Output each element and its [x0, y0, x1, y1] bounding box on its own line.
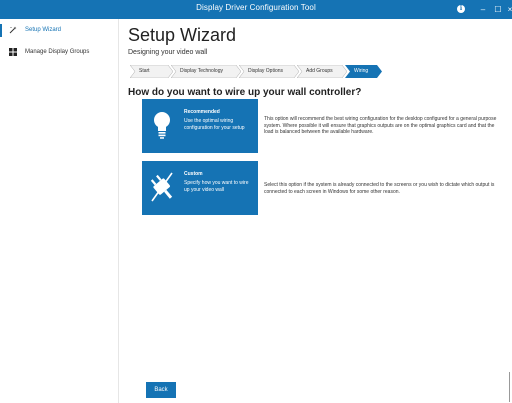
close-button[interactable]: × [505, 0, 512, 19]
option-title: Custom [184, 171, 203, 177]
sidebar: Setup Wizard Manage Display Groups [0, 19, 118, 403]
page-title: Setup Wizard [128, 25, 237, 45]
plug-icon [150, 172, 173, 202]
step-start[interactable]: Start [130, 65, 173, 78]
step-display-options[interactable]: Display Options [239, 65, 299, 78]
custom-description: Select this option if the system is alre… [264, 182, 495, 195]
sidebar-item-setup-wizard[interactable]: Setup Wizard [0, 21, 118, 41]
option-subtitle: Use the optimal wiring configuration for… [184, 118, 245, 131]
maximize-button[interactable]: ☐ [491, 0, 505, 19]
wiring-question: How do you want to wire up your wall con… [128, 87, 362, 98]
sidebar-item-label: Manage Display Groups [25, 49, 90, 55]
step-wiring[interactable]: Wiring [345, 65, 382, 78]
back-button[interactable]: Back [146, 382, 176, 398]
lightbulb-icon [154, 112, 170, 139]
step-display-technology[interactable]: Display Technology [171, 65, 241, 78]
minimize-button[interactable]: – [476, 0, 490, 19]
option-subtitle: Specify how you want to wire up your vid… [184, 180, 249, 193]
step-add-groups[interactable]: Add Groups [297, 65, 347, 78]
sidebar-item-manage-display-groups[interactable]: Manage Display Groups [0, 43, 118, 63]
info-icon: i [457, 4, 465, 13]
grid-icon [9, 48, 17, 56]
recommended-description: This option will recommend the best wiri… [264, 116, 497, 135]
option-title: Recommended [184, 109, 220, 115]
custom-option-button[interactable]: Custom Specify how you want to wire up y… [142, 161, 258, 215]
sidebar-item-label: Setup Wizard [25, 27, 62, 33]
window-title: Display Driver Configuration Tool [196, 3, 316, 12]
title-bar: Display Driver Configuration Tool i – ☐ … [0, 0, 512, 19]
page-subtitle: Designing your video wall [128, 49, 208, 56]
scrollbar[interactable] [509, 372, 510, 402]
recommended-option-button[interactable]: Recommended Use the optimal wiring confi… [142, 99, 258, 153]
info-button[interactable]: i [454, 0, 468, 19]
wand-icon [9, 26, 17, 34]
active-indicator [0, 24, 2, 37]
main-content: Setup Wizard Designing your video wall S… [118, 19, 512, 403]
